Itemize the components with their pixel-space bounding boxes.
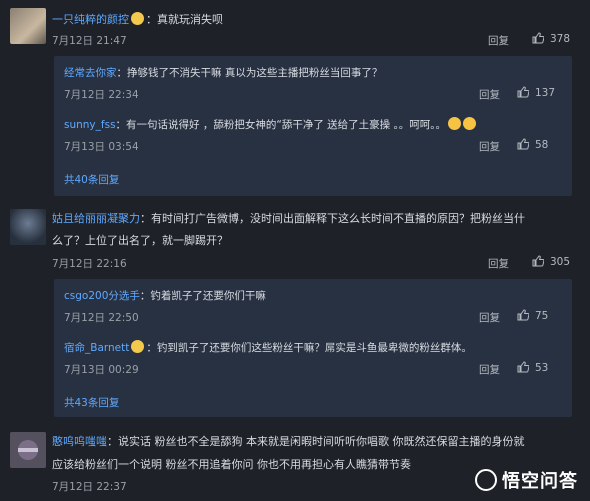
wukong-logo-icon [475, 469, 497, 491]
thumbs-up-icon [517, 361, 529, 373]
like-count: 305 [550, 256, 571, 268]
comment-text: ：说实话 粉丝也不全是舔狗 本来就是闲暇时间听听你唱歌 你既然还保留主播的身份就 [107, 435, 525, 448]
reply-text: ：钓到凯子了还要你们这些粉丝干嘛？屌实是斗鱼最卑微的粉丝群体。 [146, 342, 472, 354]
more-replies-link[interactable]: 共40条回复 [64, 172, 119, 187]
thumbs-up-icon [517, 86, 529, 98]
watermark-text: 悟空问答 [502, 471, 578, 492]
reply-username[interactable]: 宿命_Barnett [64, 342, 129, 354]
more-replies-link[interactable]: 共43条回复 [64, 395, 119, 410]
like-count: 58 [535, 139, 549, 151]
avatar[interactable] [10, 432, 46, 468]
reply-text: ：挣够钱了不消失干嘛 真以为这些主播把粉丝当回事了？ [116, 67, 383, 79]
reply-date: 7月12日 22:50 [64, 312, 139, 324]
comment-text-continued: 应该给粉丝们一个说明 粉丝不用追着你问 你也不用再担心有人瞧猜带节奏 [52, 458, 411, 471]
thumbs-up-icon [517, 309, 529, 321]
level-badge-icon [131, 340, 145, 353]
comment-text: ：真就玩消失呗 [146, 13, 223, 26]
comment-1: 一只纯粹的颜控 ：真就玩消失呗 7月12日 21:47 回复 378 经常去你家：… [0, 0, 590, 196]
reply-thread: 经常去你家：挣够钱了不消失干嘛 真以为这些主播把粉丝当回事了？ 7月12日 22… [54, 56, 572, 196]
watermark: 悟空问答 [475, 467, 578, 493]
comment-username[interactable]: 憨呜呜嗤嗤 [52, 435, 107, 448]
like-button[interactable]: 75 [517, 309, 548, 322]
reply-button[interactable]: 回复 [479, 310, 500, 325]
comment-text: ：有时间打广告微博，没时间出面解释下这么长时间不直播的原因？把粉丝当什 [140, 212, 525, 225]
comment-date: 7月12日 21:47 [52, 35, 127, 47]
reply-thread: csgo200分选手：钓着凯子了还要你们干嘛 7月12日 22:50 回复 75… [54, 279, 572, 417]
thumbs-up-icon [532, 255, 544, 267]
comment-date: 7月12日 22:16 [52, 258, 127, 270]
avatar[interactable] [10, 8, 46, 44]
avatar[interactable] [10, 209, 46, 245]
reply-username[interactable]: csgo200分选手 [64, 290, 140, 302]
thumbs-up-icon [517, 138, 529, 150]
reply-username[interactable]: 经常去你家 [64, 67, 117, 79]
like-button[interactable]: 58 [517, 138, 548, 151]
like-button[interactable]: 305 [532, 255, 570, 268]
reply-button[interactable]: 回复 [479, 87, 500, 102]
reply-text: ：有一句话说得好 ，舔粉把女神的“舔干净了 送给了土豪操 。。呵呵。。 [115, 119, 446, 131]
like-button[interactable]: 137 [517, 86, 555, 99]
reply-button[interactable]: 回复 [479, 362, 500, 377]
emoji-icon [463, 117, 476, 130]
like-button[interactable]: 378 [532, 32, 570, 45]
like-button[interactable]: 53 [517, 361, 548, 374]
level-badge-icon [131, 12, 144, 25]
emoji-icon [448, 117, 461, 130]
reply-button[interactable]: 回复 [479, 139, 500, 154]
reply-date: 7月13日 03:54 [64, 141, 139, 153]
comment-text-continued: 么了？上位了出名了，就一脚踢开？ [52, 234, 228, 247]
reply-username[interactable]: sunny_fss [64, 119, 116, 131]
comment-2: 姑且给丽丽凝聚力：有时间打广告微博，没时间出面解释下这么长时间不直播的原因？把粉… [0, 205, 590, 417]
avatar-graphic-icon [10, 432, 46, 468]
like-count: 378 [550, 33, 571, 45]
comment-date: 7月12日 22:37 [52, 481, 127, 493]
comment-username[interactable]: 姑且给丽丽凝聚力 [52, 212, 140, 225]
thumbs-up-icon [532, 32, 544, 44]
like-count: 53 [535, 362, 549, 374]
comment-username[interactable]: 一只纯粹的颜控 [52, 13, 129, 26]
reply-date: 7月12日 22:34 [64, 89, 139, 101]
reply-button[interactable]: 回复 [488, 33, 509, 48]
reply-text: ：钓着凯子了还要你们干嘛 [139, 290, 266, 302]
like-count: 137 [535, 87, 556, 99]
reply-date: 7月13日 00:29 [64, 364, 139, 376]
like-count: 75 [535, 310, 549, 322]
reply-button[interactable]: 回复 [488, 256, 509, 271]
